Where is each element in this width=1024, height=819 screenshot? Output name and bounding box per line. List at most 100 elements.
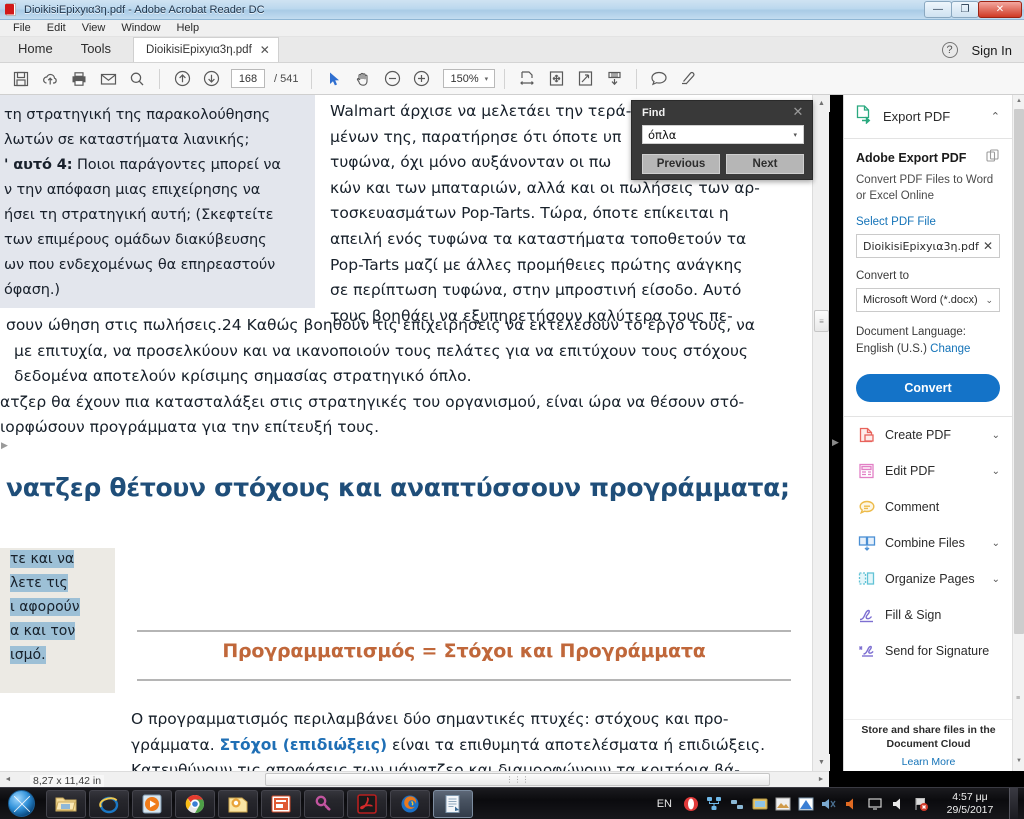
- tool-item-send-for-signature[interactable]: Send for Signature: [844, 633, 1012, 669]
- outlook-icon[interactable]: [218, 789, 258, 818]
- highlight-icon[interactable]: [675, 66, 701, 92]
- convert-button[interactable]: Convert: [856, 374, 1000, 402]
- chevron-down-icon[interactable]: ▾: [793, 131, 803, 139]
- chrome-icon[interactable]: [175, 789, 215, 818]
- tab-tools[interactable]: Tools: [67, 36, 125, 62]
- save-icon[interactable]: [8, 66, 34, 92]
- copy-icon[interactable]: [986, 149, 1000, 166]
- scroll-left-icon[interactable]: ◄: [0, 772, 16, 787]
- selected-file-field[interactable]: DioikisiEpixyια3η.pdf ✕: [856, 234, 1000, 258]
- fit-page-icon[interactable]: [543, 66, 569, 92]
- email-icon[interactable]: [95, 66, 121, 92]
- photo-icon[interactable]: [752, 796, 768, 812]
- convert-to-select[interactable]: Microsoft Word (*.docx) ⌄: [856, 288, 1000, 312]
- document-horizontal-scrollbar[interactable]: ◄ ⋮⋮⋮ ►: [0, 771, 829, 787]
- display-icon[interactable]: [867, 796, 883, 812]
- menu-view[interactable]: View: [75, 21, 113, 35]
- sign-in-button[interactable]: Sign In: [972, 43, 1012, 58]
- change-language-link[interactable]: Change: [930, 343, 970, 355]
- document-tab-close-icon[interactable]: ✕: [260, 43, 270, 57]
- menu-file[interactable]: File: [6, 21, 38, 35]
- network-icon[interactable]: [706, 796, 722, 812]
- scroll-right-icon[interactable]: ►: [813, 772, 829, 787]
- flag-error-icon[interactable]: [913, 796, 929, 812]
- menu-edit[interactable]: Edit: [40, 21, 73, 35]
- scroll-down-icon[interactable]: ▼: [813, 754, 830, 771]
- close-icon[interactable]: ✕: [790, 104, 806, 120]
- document-viewport[interactable]: τη στρατηγική της παρακολούθησης λωτών σ…: [0, 95, 829, 771]
- tool-item-edit-pdf[interactable]: Edit PDF ⌄: [844, 453, 1012, 489]
- document-tab[interactable]: DioikisiEpixyια3η.pdf ✕: [133, 37, 279, 62]
- export-pdf-header[interactable]: Export PDF ⌃: [844, 95, 1012, 139]
- vertical-scroll-thumb[interactable]: ≡: [814, 310, 829, 332]
- right-panel-scrollbar[interactable]: ▲ ≡ ▼: [1012, 95, 1024, 771]
- chevron-down-icon[interactable]: ⌄: [985, 295, 993, 306]
- chevron-up-icon[interactable]: ⌃: [991, 110, 1000, 123]
- find-next-button[interactable]: Next: [726, 154, 804, 174]
- network2-icon[interactable]: [729, 796, 745, 812]
- find-previous-button[interactable]: Previous: [642, 154, 720, 174]
- scroll-mode-icon[interactable]: [601, 66, 627, 92]
- sound-mute-icon[interactable]: [821, 796, 837, 812]
- upload-cloud-icon[interactable]: [37, 66, 63, 92]
- chevron-down-icon[interactable]: ⌄: [992, 538, 1000, 549]
- maximize-button[interactable]: ❐: [951, 1, 979, 18]
- scroll-down-icon[interactable]: ▼: [1013, 755, 1024, 767]
- find-dialog[interactable]: Find ✕ όπλα ▾ Previous Next: [631, 100, 813, 180]
- page-number-input[interactable]: 168: [231, 69, 265, 88]
- chevron-down-icon[interactable]: ⌄: [992, 430, 1000, 441]
- zoom-level-select[interactable]: 150% ▾: [443, 69, 496, 88]
- windows-start-orb[interactable]: [0, 789, 42, 819]
- expand-icon[interactable]: [572, 66, 598, 92]
- page-up-icon[interactable]: [169, 66, 195, 92]
- show-desktop-button[interactable]: [1009, 788, 1018, 819]
- file-explorer-icon[interactable]: [46, 789, 86, 818]
- tool-item-create-pdf[interactable]: Create PDF ⌄: [844, 417, 1012, 453]
- keepass-icon[interactable]: [304, 789, 344, 818]
- zoom-in-icon[interactable]: [408, 66, 434, 92]
- tool-item-organize-pages[interactable]: Organize Pages ⌄: [844, 561, 1012, 597]
- tool-item-comment[interactable]: Comment: [844, 489, 1012, 525]
- chevron-down-icon[interactable]: ▾: [485, 75, 495, 83]
- hand-tool-icon[interactable]: [350, 66, 376, 92]
- clock[interactable]: 4:57 μμ 29/5/2017: [942, 791, 998, 817]
- close-button[interactable]: ✕: [978, 1, 1022, 18]
- document-vertical-scrollbar[interactable]: ▲ ≡ ▼: [812, 95, 830, 771]
- select-pdf-file-link[interactable]: Select PDF File: [856, 216, 1000, 228]
- opera-icon[interactable]: [683, 796, 699, 812]
- chevron-down-icon[interactable]: ⌄: [992, 466, 1000, 477]
- media-player-icon[interactable]: [132, 789, 172, 818]
- menu-help[interactable]: Help: [169, 21, 206, 35]
- blue-icon[interactable]: [798, 796, 814, 812]
- page-down-icon[interactable]: [198, 66, 224, 92]
- horizontal-scroll-thumb[interactable]: ⋮⋮⋮: [265, 773, 770, 786]
- language-indicator[interactable]: EN: [657, 798, 672, 810]
- menu-window[interactable]: Window: [114, 21, 167, 35]
- tool-item-fill-sign[interactable]: Fill & Sign: [844, 597, 1012, 633]
- select-tool-icon[interactable]: [321, 66, 347, 92]
- panel-expand-handle-right[interactable]: ▶: [832, 435, 840, 449]
- powerpoint-icon[interactable]: [261, 789, 301, 818]
- acrobat-document-icon[interactable]: [433, 789, 473, 818]
- print-icon[interactable]: [66, 66, 92, 92]
- image-icon[interactable]: [775, 796, 791, 812]
- internet-explorer-icon[interactable]: [89, 789, 129, 818]
- right-panel-scroll-thumb[interactable]: [1014, 109, 1024, 634]
- minimize-button[interactable]: —: [924, 1, 952, 18]
- fit-width-icon[interactable]: [514, 66, 540, 92]
- volume-icon[interactable]: [890, 796, 906, 812]
- zoom-out-icon[interactable]: [379, 66, 405, 92]
- chevron-down-icon[interactable]: ⌄: [992, 574, 1000, 585]
- scroll-up-icon[interactable]: ▲: [1013, 95, 1024, 107]
- learn-more-link[interactable]: Learn More: [902, 756, 956, 768]
- tab-home[interactable]: Home: [4, 36, 67, 62]
- panel-expand-handle-left[interactable]: ▶: [1, 440, 9, 454]
- help-icon[interactable]: ?: [941, 42, 958, 58]
- clear-file-icon[interactable]: ✕: [983, 239, 993, 253]
- acrobat-icon[interactable]: [347, 789, 387, 818]
- find-input[interactable]: όπλα ▾: [642, 125, 804, 144]
- search-icon[interactable]: [124, 66, 150, 92]
- tool-item-combine-files[interactable]: Combine Files ⌄: [844, 525, 1012, 561]
- scroll-up-icon[interactable]: ▲: [813, 95, 830, 112]
- comment-icon[interactable]: [646, 66, 672, 92]
